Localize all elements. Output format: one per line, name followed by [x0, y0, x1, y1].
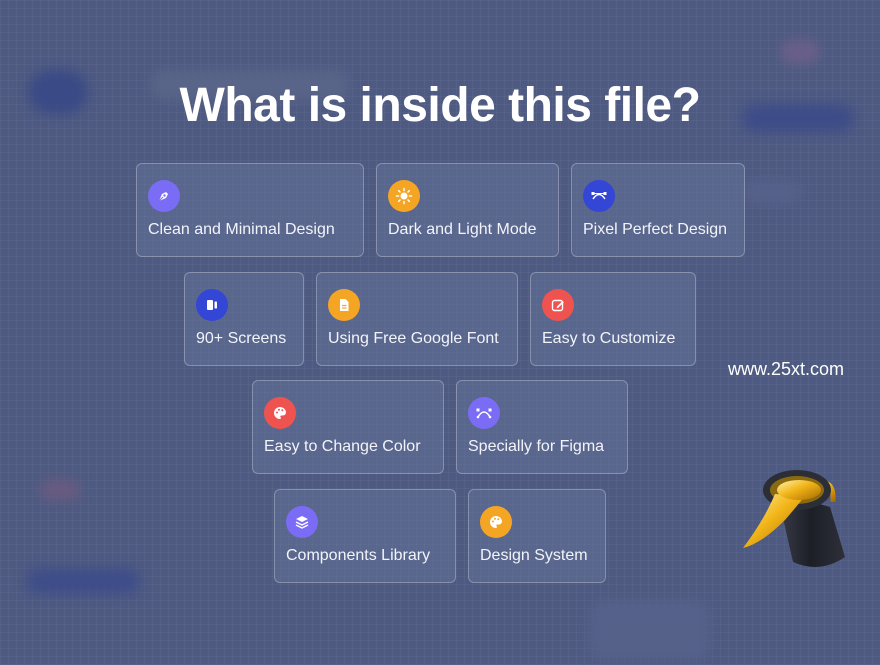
- feature-label: Dark and Light Mode: [388, 221, 537, 238]
- feature-card-dark-light: Dark and Light Mode: [376, 163, 559, 257]
- page-title: What is inside this file?: [179, 79, 701, 132]
- bezier-curve-icon: [583, 180, 615, 212]
- feature-card-figma: Specially for Figma: [456, 380, 628, 474]
- background-blur: [590, 600, 710, 660]
- feature-card-design-system: Design System: [468, 489, 606, 583]
- feature-card-components: Components Library: [274, 489, 456, 583]
- edit-icon: [542, 289, 574, 321]
- feature-card-change-color: Easy to Change Color: [252, 380, 444, 474]
- feature-card-pixel-perfect: Pixel Perfect Design: [571, 163, 745, 257]
- feature-card-screens: 90+ Screens: [184, 272, 304, 366]
- watermark: www.25xt.com: [728, 359, 845, 379]
- background-blur: [780, 40, 820, 64]
- document-icon: [328, 289, 360, 321]
- feature-label: Specially for Figma: [468, 438, 605, 455]
- feature-label: 90+ Screens: [196, 330, 287, 347]
- sun-icon: [388, 180, 420, 212]
- screens-icon: [196, 289, 228, 321]
- background-blur: [40, 480, 80, 500]
- background-blur: [742, 180, 802, 204]
- feature-label: Easy to Change Color: [264, 438, 421, 455]
- feature-label: Components Library: [286, 547, 431, 564]
- palette-icon: [480, 506, 512, 538]
- layers-icon: [286, 506, 318, 538]
- feature-card-customize: Easy to Customize: [530, 272, 696, 366]
- feature-label: Design System: [480, 547, 588, 564]
- palette-icon: [264, 397, 296, 429]
- feature-label: Clean and Minimal Design: [148, 221, 335, 238]
- feature-card-google-font: Using Free Google Font: [316, 272, 518, 366]
- paint-bucket-icon: [743, 470, 845, 567]
- feature-label: Using Free Google Font: [328, 330, 499, 347]
- feature-label: Easy to Customize: [542, 330, 676, 347]
- feature-card-clean-minimal: Clean and Minimal Design: [136, 163, 364, 257]
- feature-label: Pixel Perfect Design: [583, 221, 728, 238]
- vector-nodes-icon: [468, 397, 500, 429]
- pen-nib-icon: [148, 180, 180, 212]
- background-blur: [26, 568, 140, 594]
